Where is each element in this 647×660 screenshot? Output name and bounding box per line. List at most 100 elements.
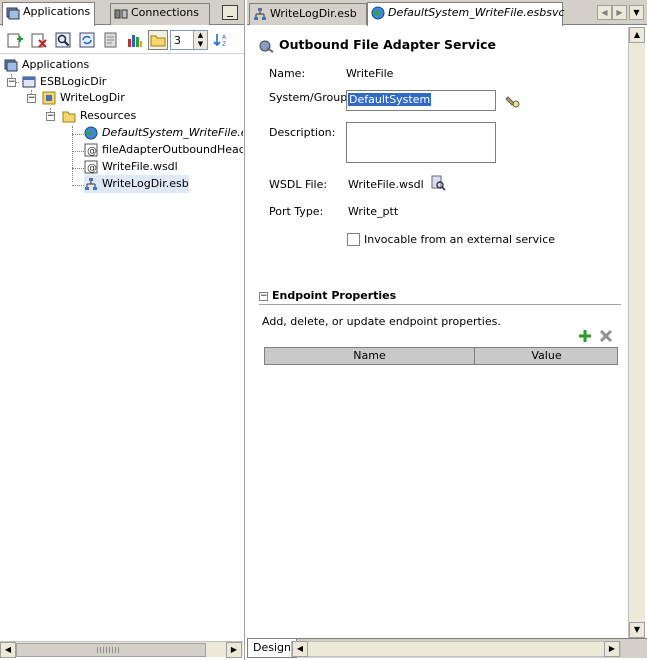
name-label: Name: [269, 67, 306, 80]
tree-node-resources[interactable]: Resources [62, 107, 136, 125]
section-title: Endpoint Properties [272, 289, 397, 302]
tab-label: Applications [23, 5, 91, 18]
adapter-icon [259, 40, 274, 53]
service-globe-icon [371, 6, 385, 20]
new-icon[interactable] [6, 31, 24, 49]
name-value: WriteFile [346, 67, 394, 80]
endpoint-properties-table: Name Value [264, 347, 618, 365]
minimize-button[interactable]: _ [222, 4, 238, 20]
depth-spinner[interactable]: 3 ▲ ▼ [170, 30, 208, 50]
connections-icon [114, 9, 128, 19]
system-group-field[interactable]: DefaultSystem [346, 90, 496, 111]
tab-esbsvc[interactable]: DefaultSystem_WriteFile.esbsvc [367, 2, 565, 26]
tree-node-project[interactable]: WriteLogDir [42, 89, 125, 107]
spinner-value: 3 [174, 34, 181, 47]
endpoint-help-text: Add, delete, or update endpoint properti… [262, 315, 501, 328]
endpoint-properties-header[interactable]: − Endpoint Properties [259, 289, 621, 305]
scroll-left-button[interactable]: ◀ [0, 642, 16, 658]
horizontal-scrollbar[interactable]: ◀ ▶ [0, 641, 243, 658]
browse-flashlight-icon[interactable] [505, 93, 521, 109]
project-icon [42, 91, 56, 105]
refresh-icon[interactable] [78, 31, 96, 49]
title-text: Outbound File Adapter Service [279, 37, 497, 52]
invocable-label: Invocable from an external service [364, 233, 556, 246]
application-navigator: Applications Connections _ 3 ▲ ▼ AZ Appl… [0, 0, 245, 660]
scroll-down-button[interactable]: ▼ [629, 622, 645, 638]
tree-item-wsdl[interactable]: @ WriteFile.wsdl [84, 158, 178, 176]
port-type-label: Port Type: [269, 205, 324, 218]
tree-root-label: Applications [22, 58, 90, 71]
at-file-icon: @ [84, 143, 98, 157]
tree-node-label: ESBLogicDir [40, 75, 107, 88]
port-type-value: Write_ptt [348, 205, 399, 218]
editor-bottom-bar: Design ◀ ▶ [247, 638, 647, 658]
navigator-toolbar: 3 ▲ ▼ AZ [0, 26, 244, 54]
applications-icon [4, 59, 18, 72]
sort-icon[interactable]: AZ [213, 31, 231, 49]
invocable-checkbox[interactable] [347, 233, 360, 246]
spinner-arrows[interactable]: ▲ ▼ [193, 31, 207, 49]
column-header-name[interactable]: Name [265, 348, 475, 364]
delete-icon[interactable] [30, 31, 48, 49]
tree-node-label: Resources [80, 109, 137, 122]
system-group-value: DefaultSystem [348, 93, 432, 106]
scroll-right-button[interactable]: ▶ [604, 641, 620, 657]
tree-item-esb[interactable]: WriteLogDir.esb [84, 175, 189, 193]
prev-tab-button[interactable]: ◀ [597, 5, 612, 20]
next-tab-button[interactable]: ▶ [612, 5, 627, 20]
svg-text:@: @ [87, 163, 97, 174]
tree-item-label: DefaultSystem_WriteFile.esbs [102, 126, 243, 139]
tree-item-label: WriteLogDir.esb [102, 177, 189, 190]
service-globe-icon [84, 126, 98, 140]
delete-icon[interactable] [599, 329, 613, 343]
scroll-right-button[interactable]: ▶ [226, 642, 242, 658]
svg-text:A: A [222, 34, 227, 41]
add-icon[interactable] [578, 329, 592, 343]
folder-toggle-icon[interactable] [148, 30, 168, 50]
collapse-toggle[interactable]: − [27, 94, 36, 103]
column-header-value[interactable]: Value [476, 348, 617, 364]
tab-label: Connections [131, 6, 199, 19]
tree-item-label: fileAdapterOutboundHeader. [102, 143, 243, 156]
vertical-scrollbar[interactable]: ▲ ▼ [628, 27, 645, 638]
tree-item-esbsvc[interactable]: DefaultSystem_WriteFile.esbs [84, 124, 243, 142]
tab-label: DefaultSystem_WriteFile.esbsvc [388, 6, 565, 19]
tree-root-applications[interactable]: Applications [4, 56, 89, 74]
navigator-tabbar: Applications Connections _ [0, 0, 244, 26]
esb-diagram-icon [254, 8, 266, 20]
description-label: Description: [269, 126, 336, 139]
tab-applications[interactable]: Applications [2, 2, 96, 26]
tree-item-label: WriteFile.wsdl [102, 160, 178, 173]
editor-tabbar: WriteLogDir.esb DefaultSystem_WriteFile.… [247, 0, 647, 26]
application-tree: Applications − ESBLogicDir − WriteLogDir… [0, 56, 243, 636]
collapse-toggle[interactable]: − [46, 112, 55, 121]
tree-node-label: WriteLogDir [60, 91, 125, 104]
svg-text:@: @ [87, 146, 97, 157]
find-icon[interactable] [54, 31, 72, 49]
description-field[interactable] [346, 122, 496, 163]
wsdl-file-label: WSDL File: [269, 178, 328, 191]
applications-icon [6, 7, 20, 20]
tab-writelogdir-esb[interactable]: WriteLogDir.esb [249, 3, 367, 25]
collapse-toggle[interactable]: − [7, 78, 16, 87]
page-title: Outbound File Adapter Service [259, 37, 496, 54]
tree-item-header[interactable]: @ fileAdapterOutboundHeader. [84, 141, 243, 159]
at-file-icon: @ [84, 160, 98, 174]
tab-list-button[interactable]: ▼ [629, 5, 644, 20]
scroll-thumb[interactable] [16, 643, 206, 657]
editor-area: WriteLogDir.esb DefaultSystem_WriteFile.… [247, 0, 647, 660]
tab-design[interactable]: Design [247, 639, 297, 658]
svg-text:Z: Z [222, 41, 226, 48]
chart-icon[interactable] [126, 31, 144, 49]
application-icon [22, 76, 36, 88]
editor-horizontal-scrollbar[interactable]: ◀ ▶ [291, 641, 621, 657]
properties-icon[interactable] [102, 31, 120, 49]
tab-connections[interactable]: Connections [110, 3, 210, 25]
scroll-up-button[interactable]: ▲ [629, 27, 645, 43]
folder-icon [62, 111, 76, 123]
scroll-left-button[interactable]: ◀ [292, 641, 308, 657]
wsdl-browse-icon[interactable] [430, 175, 446, 191]
system-group-label: System/Group: [269, 91, 351, 104]
collapse-toggle[interactable]: − [259, 291, 268, 301]
esb-diagram-icon [85, 178, 97, 190]
